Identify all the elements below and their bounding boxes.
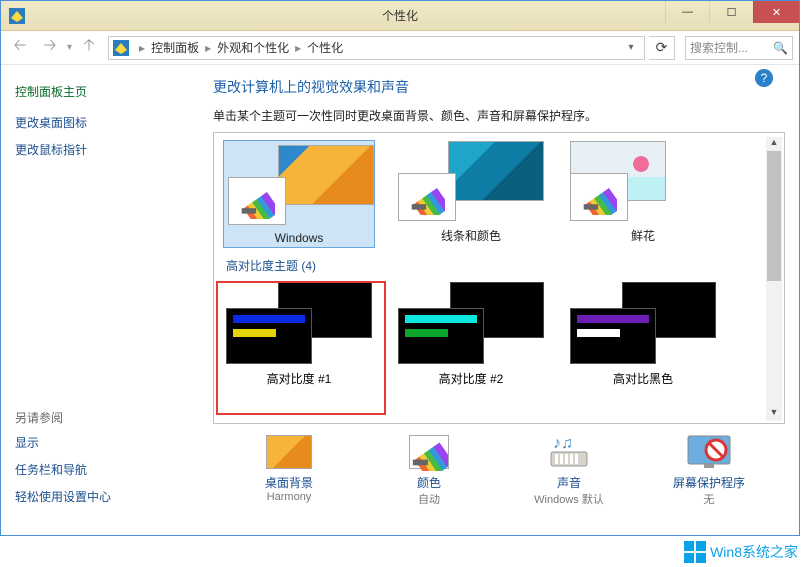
see-also-0[interactable]: 显示 [15,434,195,451]
sidebar: 控制面板主页 更改桌面图标 更改鼠标指针 另请参阅 显示 任务栏和导航 轻松使用… [1,65,201,535]
hc-label: 高对比度 #1 [224,370,374,387]
color-icon [406,434,452,470]
page-heading: 更改计算机上的视觉效果和声音 [213,77,785,97]
refresh-button[interactable]: ⟳ [649,36,675,60]
breadcrumb-icon [113,40,129,56]
close-button[interactable]: ✕ [753,1,799,23]
theme-2[interactable]: 鲜花 [568,141,718,247]
window-title: 个性化 [382,7,418,24]
setting-sound[interactable]: ♪♫声音Windows 默认 [509,434,629,507]
svg-text:♪♫: ♪♫ [553,435,573,452]
search-input[interactable]: 搜索控制... 🔍 [685,36,793,60]
maximize-button[interactable]: ☐ [709,1,753,23]
watermark: Win8系统之家 [684,541,798,563]
crumb-0[interactable]: 控制面板 [151,39,199,56]
see-also-1[interactable]: 任务栏和导航 [15,461,195,478]
theme-label: 鲜花 [568,227,718,244]
theme-1[interactable]: 线条和颜色 [396,141,546,247]
sidebar-link-0[interactable]: 更改桌面图标 [15,114,187,131]
hc-theme-1[interactable]: 高对比度 #2 [396,282,546,387]
search-icon: 🔍 [773,41,788,55]
setting-wallpaper[interactable]: 桌面背景Harmony [229,434,349,507]
back-button[interactable]: 🡠 [7,35,33,61]
themes-container: ▲ ▼ Windows 线条和颜色 鲜花 高对比度主题 (4) 高对比度 #1 高对比… [213,132,785,424]
sidebar-link-1[interactable]: 更改鼠标指针 [15,141,187,158]
hc-label: 高对比黑色 [568,370,718,387]
theme-0[interactable]: Windows [224,141,374,247]
see-also-2[interactable]: 轻松使用设置中心 [15,488,195,505]
scroll-thumb[interactable] [767,151,781,281]
page-subtext: 单击某个主题可一次性同时更改桌面背景、颜色、声音和屏幕保护程序。 [213,107,785,124]
forward-button[interactable]: 🡢 [37,35,63,61]
help-icon[interactable]: ? [755,69,773,87]
high-contrast-label: 高对比度主题 (4) [226,257,774,274]
hc-theme-0[interactable]: 高对比度 #1 [224,282,374,387]
sound-icon: ♪♫ [546,434,592,470]
app-icon [9,8,25,24]
breadcrumb-sep: ▸ [135,41,149,55]
setting-screensaver[interactable]: 屏幕保护程序无 [649,434,769,507]
wallpaper-icon [266,434,312,470]
minimize-button[interactable]: — [665,1,709,23]
content: ? 更改计算机上的视觉效果和声音 单击某个主题可一次性同时更改桌面背景、颜色、声… [201,65,799,535]
setting-color[interactable]: 颜色自动 [369,434,489,507]
theme-label: Windows [228,231,370,245]
titlebar: 个性化 — ☐ ✕ [1,1,799,31]
scroll-up[interactable]: ▲ [767,137,781,151]
control-panel-home[interactable]: 控制面板主页 [15,83,187,100]
search-placeholder: 搜索控制... [690,39,748,56]
crumb-2[interactable]: 个性化 [307,39,343,56]
crumb-1[interactable]: 外观和个性化 [217,39,289,56]
scrollbar[interactable]: ▲ ▼ [766,137,782,421]
screensaver-icon [686,434,732,470]
breadcrumb-dropdown[interactable]: ▾ [622,42,640,53]
window: 个性化 — ☐ ✕ 🡠 🡢 ▾ 🡡 ▸ 控制面板 ▸ 外观和个性化 ▸ 个性化 … [0,0,800,536]
breadcrumb[interactable]: ▸ 控制面板 ▸ 外观和个性化 ▸ 个性化 ▾ [108,36,645,60]
history-dropdown[interactable]: ▾ [67,42,72,53]
hc-label: 高对比度 #2 [396,370,546,387]
theme-label: 线条和颜色 [396,227,546,244]
hc-theme-2[interactable]: 高对比黑色 [568,282,718,387]
scroll-down[interactable]: ▼ [767,407,781,421]
see-also-label: 另请参阅 [15,409,195,426]
up-button[interactable]: 🡡 [76,35,102,61]
navbar: 🡠 🡢 ▾ 🡡 ▸ 控制面板 ▸ 外观和个性化 ▸ 个性化 ▾ ⟳ 搜索控制..… [1,31,799,65]
